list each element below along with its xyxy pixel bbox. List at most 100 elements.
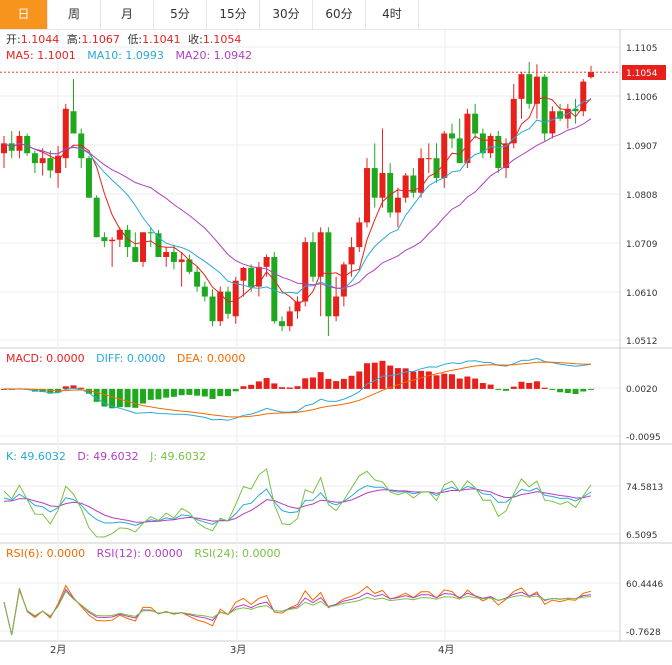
candle xyxy=(518,71,525,119)
candle xyxy=(271,252,278,324)
candle xyxy=(572,98,579,124)
candle xyxy=(364,158,371,228)
diff-line xyxy=(3,357,592,421)
candle-body xyxy=(70,111,77,134)
macd-bar xyxy=(209,388,216,399)
macd-bar xyxy=(178,388,185,396)
candle xyxy=(441,130,448,188)
dea-line xyxy=(3,361,591,418)
tab-60min[interactable]: 60分 xyxy=(313,0,366,29)
candle-body xyxy=(109,239,116,242)
macd-bar xyxy=(510,386,517,389)
rsi-panel xyxy=(3,584,592,636)
candle-body xyxy=(472,113,479,134)
macd-bar xyxy=(541,387,548,389)
close-label: 收: xyxy=(188,32,203,46)
candle xyxy=(302,237,309,307)
candle-body xyxy=(201,286,208,297)
macd-bar xyxy=(170,388,177,397)
price-tick: 1.1105 xyxy=(626,44,658,54)
macd-bar xyxy=(418,370,425,389)
candle xyxy=(201,281,208,302)
candle xyxy=(101,232,108,248)
candle-body xyxy=(224,291,231,314)
macd-bar xyxy=(364,363,371,389)
candle xyxy=(62,103,69,169)
open-label: 开: xyxy=(6,33,21,46)
ma10-line xyxy=(3,98,592,294)
candle-body xyxy=(487,135,494,154)
candle-body xyxy=(248,267,255,287)
candle xyxy=(178,252,185,287)
rsi24-label: RSI(24): 0.0000 xyxy=(194,547,280,560)
candle-body xyxy=(101,237,108,242)
tab-15min[interactable]: 15分 xyxy=(207,0,260,29)
macd-bar xyxy=(456,378,463,389)
candle xyxy=(325,227,332,337)
candle xyxy=(140,232,147,267)
kline-chart[interactable]: 开:1.1044 高:1.1067 低:1.1041 收:1.1054 MA5:… xyxy=(0,29,672,665)
macd-bar xyxy=(248,384,255,389)
candle-body xyxy=(317,232,324,277)
macd-bar xyxy=(503,388,510,391)
candle xyxy=(340,261,347,307)
candle xyxy=(410,168,417,198)
macd-bar xyxy=(564,388,571,394)
rsi-tick: -0.7628 xyxy=(626,628,661,638)
tab-5min[interactable]: 5分 xyxy=(154,0,207,29)
macd-bar xyxy=(255,381,262,389)
candle xyxy=(93,195,100,238)
candle-body xyxy=(356,222,363,248)
macd-bar xyxy=(232,388,239,392)
macd-bar xyxy=(333,381,340,389)
macd-label: MACD: 0.0000 xyxy=(6,352,85,365)
rsi6-label: RSI(6): 0.0000 xyxy=(6,547,85,560)
candle-body xyxy=(333,296,340,317)
ma10-label: MA10: 1.0993 xyxy=(87,49,164,62)
macd-bar xyxy=(240,386,247,389)
candle-body xyxy=(402,175,409,198)
candle xyxy=(549,106,556,139)
candle xyxy=(387,163,394,218)
tab-30min[interactable]: 30分 xyxy=(260,0,313,29)
candle xyxy=(31,150,38,173)
macd-bar xyxy=(348,375,355,389)
dea-label: DEA: 0.0000 xyxy=(177,352,245,365)
candle-body xyxy=(394,197,401,213)
tab-4hour[interactable]: 4时 xyxy=(366,0,419,29)
tab-day[interactable]: 日 xyxy=(0,0,48,29)
ohlc-legend: 开:1.1044 高:1.1067 低:1.1041 收:1.1054 xyxy=(6,32,241,46)
ma5-line xyxy=(3,96,592,304)
candle xyxy=(85,155,92,198)
candle xyxy=(379,128,386,208)
macd-bar xyxy=(325,378,332,389)
candle xyxy=(433,143,440,183)
candle xyxy=(487,133,494,159)
price-tick: 1.0512 xyxy=(626,337,658,347)
candle-body xyxy=(163,252,170,257)
macd-bar xyxy=(201,388,208,397)
macd-bar xyxy=(433,375,440,389)
macd-bar xyxy=(302,378,309,389)
macd-bar xyxy=(163,388,170,398)
macd-bar xyxy=(124,388,131,408)
candle xyxy=(217,286,224,327)
candle-body xyxy=(170,252,177,262)
candle xyxy=(224,286,231,319)
candle-body xyxy=(85,158,92,198)
candle xyxy=(279,316,286,332)
k-line xyxy=(3,485,592,526)
macd-bar xyxy=(62,386,69,389)
tab-week[interactable]: 周 xyxy=(48,0,101,29)
candle xyxy=(309,232,316,282)
candle xyxy=(333,276,340,322)
candle-body xyxy=(31,153,38,164)
candle xyxy=(124,224,131,257)
candle-body xyxy=(387,172,394,213)
tab-month[interactable]: 月 xyxy=(101,0,154,29)
k-label: K: 49.6032 xyxy=(6,450,66,463)
candle xyxy=(194,266,201,292)
candle-body xyxy=(47,158,54,171)
macd-bar xyxy=(580,388,587,392)
candle xyxy=(317,227,324,317)
